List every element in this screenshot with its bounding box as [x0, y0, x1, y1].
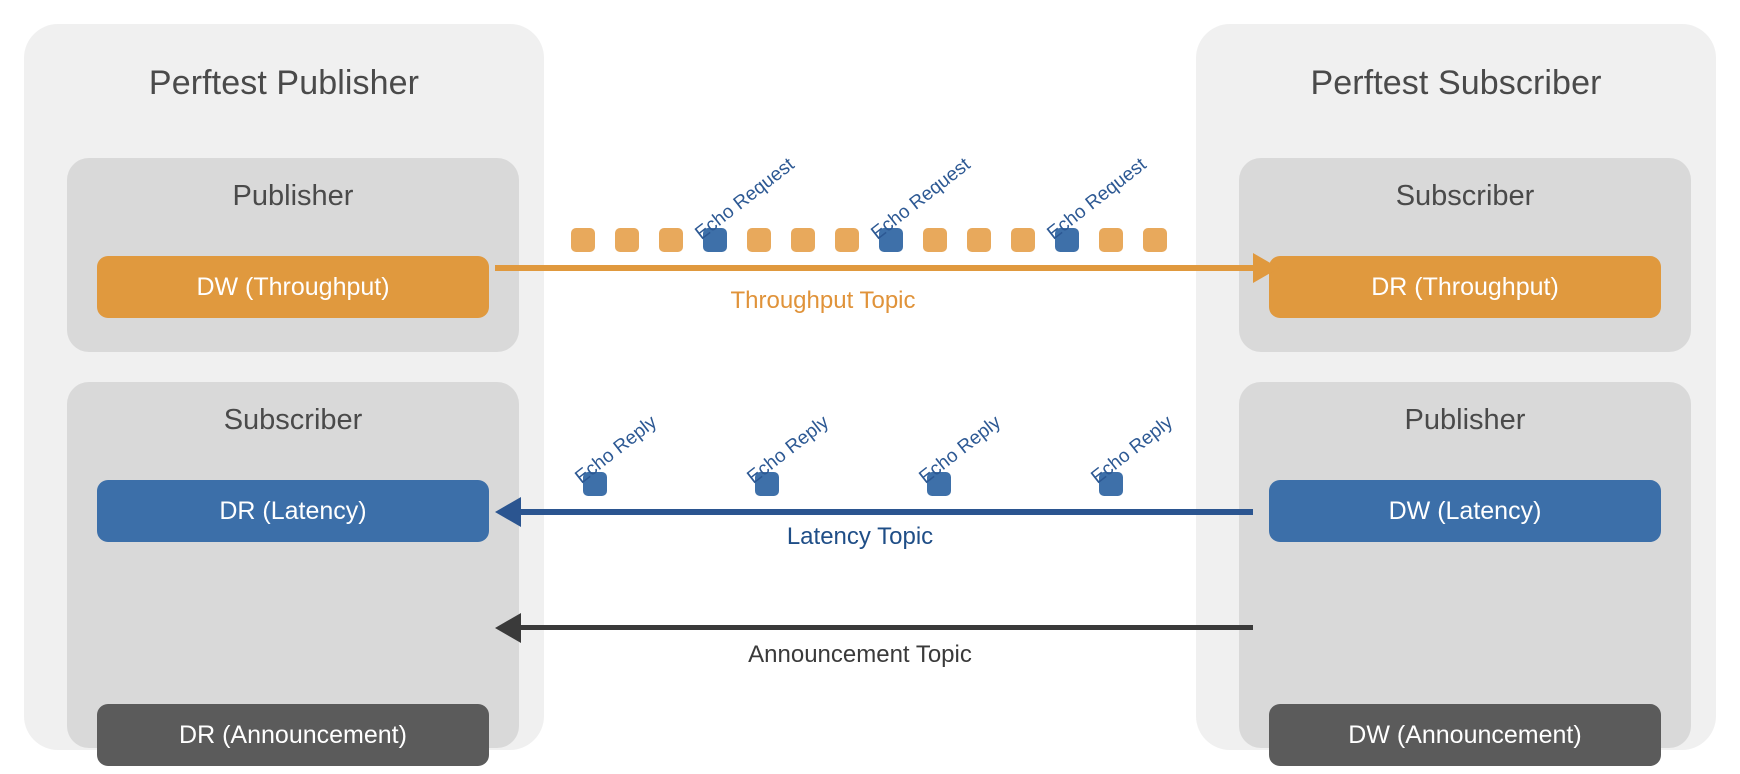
group-title-left-subscriber: Subscriber — [223, 404, 363, 436]
packet-data — [659, 228, 683, 252]
message-label-echo-reply: Echo Reply — [1087, 411, 1177, 489]
packet-data — [1011, 228, 1035, 252]
group-left-publisher: Publisher DW (Throughput) — [67, 158, 519, 352]
message-label-echo-request: Echo Request — [691, 154, 799, 245]
group-right-publisher: Publisher DW (Latency) DW (Announcement) — [1239, 382, 1691, 766]
packet-data — [791, 228, 815, 252]
topic-label-latency: Latency Topic — [786, 523, 934, 550]
group-title-right-subscriber: Subscriber — [1395, 180, 1535, 212]
panel-title-right: Perftest Subscriber — [1310, 64, 1602, 102]
group-left-subscriber: Subscriber DR (Latency) DR (Announcement… — [67, 382, 519, 766]
message-label-echo-request: Echo Request — [1043, 154, 1151, 245]
arrow-head-latency-left — [495, 497, 521, 527]
entity-dw-announcement[interactable]: DW (Announcement) — [1269, 704, 1661, 766]
message-label-echo-reply: Echo Reply — [743, 411, 833, 489]
message-label-echo-reply: Echo Reply — [915, 411, 1005, 489]
group-right-subscriber: Subscriber DR (Throughput) — [1239, 158, 1691, 352]
packet-data — [571, 228, 595, 252]
flow-line-latency — [521, 509, 1253, 515]
group-title-right-publisher: Publisher — [1404, 404, 1526, 436]
packet-data — [967, 228, 991, 252]
topic-label-throughput: Throughput Topic — [730, 287, 916, 314]
entity-dr-throughput[interactable]: DR (Throughput) — [1269, 256, 1661, 318]
packet-data — [835, 228, 859, 252]
panel-perftest-publisher: Perftest Publisher Publisher DW (Through… — [24, 24, 544, 766]
arrow-head-announcement-left — [495, 613, 521, 643]
flow-line-announcement — [521, 625, 1253, 630]
entity-dw-latency[interactable]: DW (Latency) — [1269, 480, 1661, 542]
entity-dr-latency[interactable]: DR (Latency) — [97, 480, 489, 542]
flow-line-throughput — [495, 265, 1253, 271]
entity-dw-throughput[interactable]: DW (Throughput) — [97, 256, 489, 318]
arrow-head-throughput-right — [1253, 253, 1279, 283]
message-label-echo-request: Echo Request — [867, 154, 975, 245]
panel-title-left: Perftest Publisher — [148, 64, 420, 102]
packet-data — [747, 228, 771, 252]
packet-data — [615, 228, 639, 252]
packet-data — [923, 228, 947, 252]
packet-data — [1099, 228, 1123, 252]
diagram-canvas: Perftest Publisher Publisher DW (Through… — [0, 0, 1740, 774]
packet-data — [1143, 228, 1167, 252]
entity-dr-announcement[interactable]: DR (Announcement) — [97, 704, 489, 766]
group-title-left-publisher: Publisher — [232, 180, 354, 212]
topic-label-announcement: Announcement Topic — [748, 641, 972, 668]
message-label-echo-reply: Echo Reply — [571, 411, 661, 489]
panel-perftest-subscriber: Perftest Subscriber Subscriber DR (Throu… — [1196, 24, 1716, 766]
